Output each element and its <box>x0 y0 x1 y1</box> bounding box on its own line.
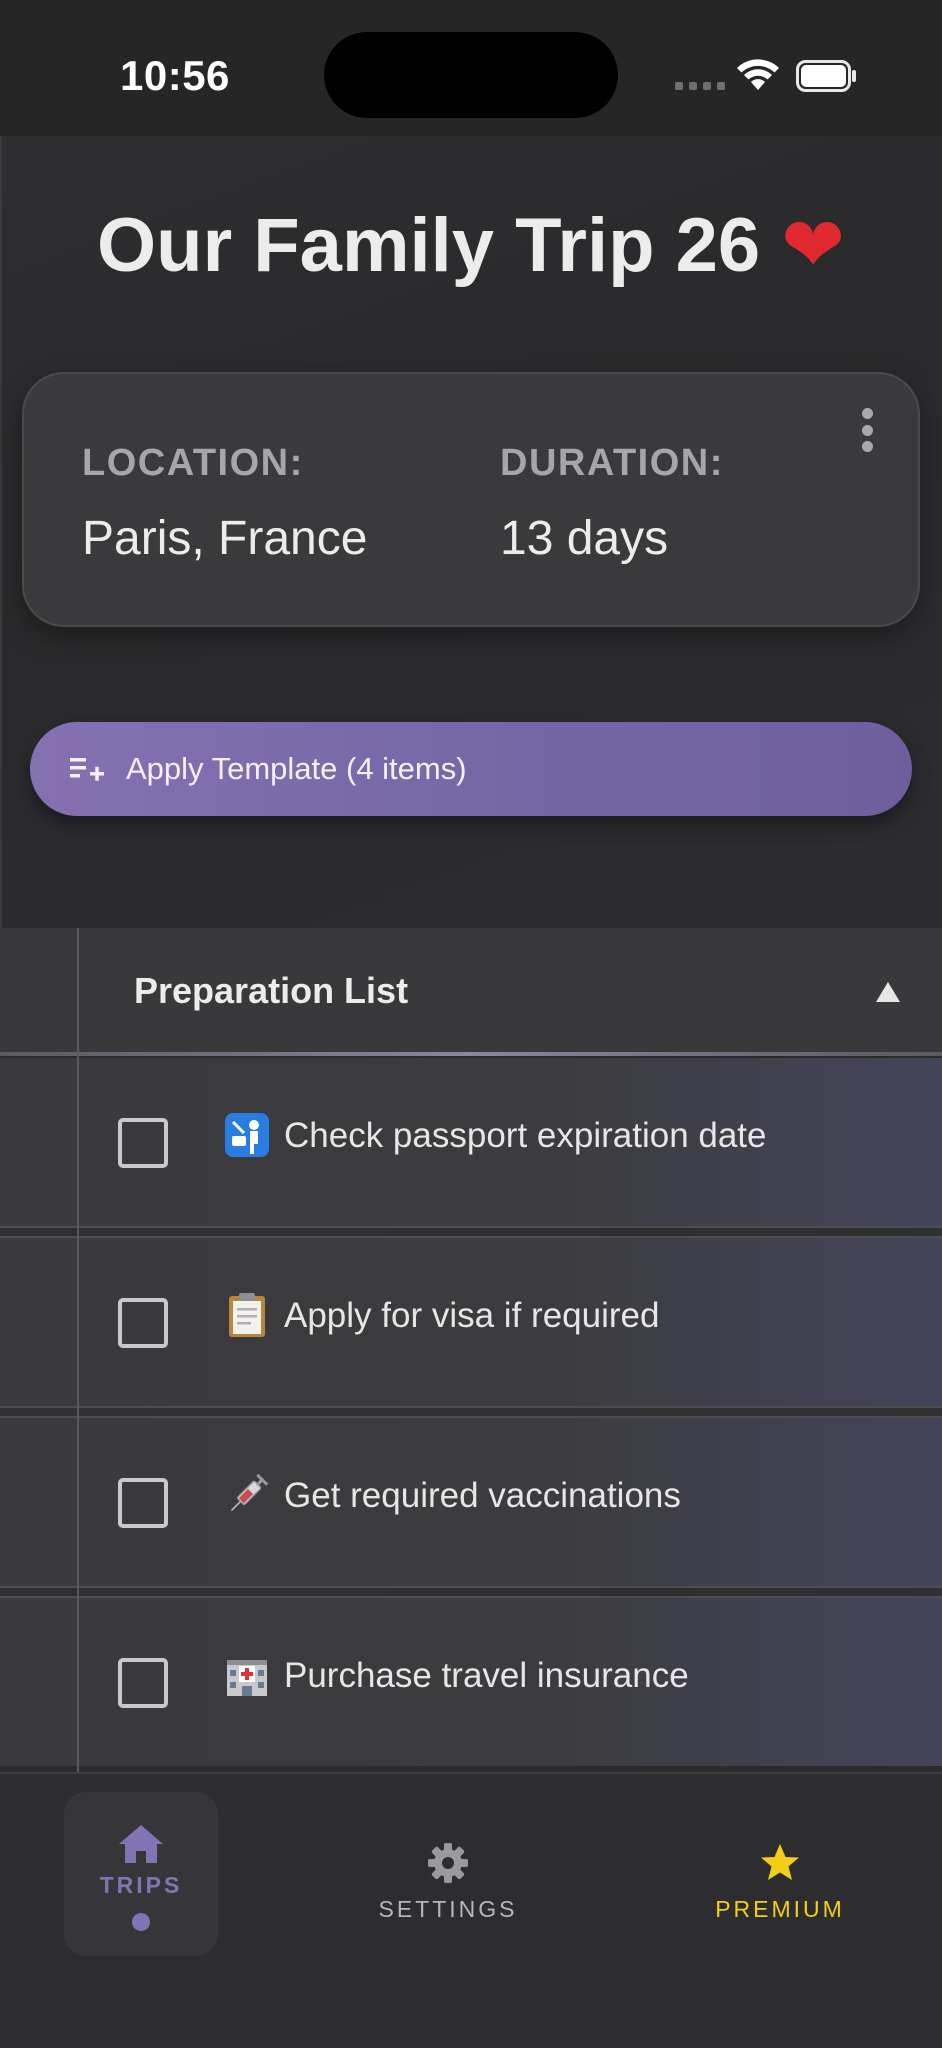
playlist-add-icon <box>70 758 104 781</box>
list-item[interactable]: Apply for visa if required <box>0 1238 942 1406</box>
hospital-icon <box>227 1660 267 1696</box>
app-screen: 10:56 Our Family Trip 26 ❤ LOCATION: Par… <box>0 0 942 2048</box>
gear-icon <box>428 1843 468 1883</box>
item-checkbox[interactable] <box>118 1658 168 1708</box>
preparation-list-header[interactable]: Preparation List <box>0 928 942 1052</box>
item-divider <box>0 1226 942 1238</box>
list-item[interactable]: Purchase travel insurance <box>0 1598 942 1766</box>
status-time: 10:56 <box>120 52 230 99</box>
status-bar: 10:56 <box>0 0 942 136</box>
cellular-signal-icon <box>675 82 725 90</box>
star-icon <box>761 1844 799 1880</box>
list-header-divider <box>0 1052 942 1056</box>
item-label: Get required vaccinations <box>284 1476 681 1515</box>
duration-label: DURATION: <box>500 442 724 484</box>
active-indicator-dot <box>132 1913 150 1931</box>
list-item[interactable]: Check passport expiration date <box>0 1058 942 1226</box>
apply-template-label: Apply Template (4 items) <box>126 751 467 786</box>
item-label: Purchase travel insurance <box>284 1656 689 1695</box>
trip-info-card: LOCATION: Paris, France DURATION: 13 day… <box>22 372 920 627</box>
duration-value: 13 days <box>500 512 669 565</box>
item-label: Apply for visa if required <box>284 1296 660 1335</box>
list-item[interactable]: Get required vaccinations <box>0 1418 942 1586</box>
item-checkbox[interactable] <box>118 1478 168 1528</box>
nav-premium-label: PREMIUM <box>715 1896 845 1922</box>
item-divider <box>0 1406 942 1418</box>
item-divider <box>0 1586 942 1598</box>
list-vertical-guide <box>77 928 79 1772</box>
passport-control-icon <box>225 1113 269 1157</box>
nav-tab-premium[interactable]: PREMIUM <box>700 1792 860 1956</box>
heart-icon: ❤ <box>781 203 845 288</box>
item-label: Check passport expiration date <box>284 1116 767 1155</box>
trip-title-text: Our Family Trip 26 <box>97 203 761 288</box>
page-title: Our Family Trip 26 ❤ <box>0 200 942 289</box>
wifi-icon <box>737 59 779 90</box>
nav-trips-label: TRIPS <box>99 1872 183 1898</box>
dynamic-island <box>324 32 618 118</box>
nav-tab-trips[interactable]: TRIPS <box>64 1792 218 1956</box>
syringe-icon <box>230 1473 269 1512</box>
duration-section: DURATION: 13 days <box>500 442 724 566</box>
bottom-navigation: TRIPS SETTINGS PREMIUM <box>0 1772 942 2048</box>
more-options-icon[interactable] <box>860 408 874 452</box>
location-value: Paris, France <box>82 512 368 565</box>
item-checkbox[interactable] <box>118 1118 168 1168</box>
nav-tab-settings[interactable]: SETTINGS <box>368 1792 528 1956</box>
item-checkbox[interactable] <box>118 1298 168 1348</box>
location-label: LOCATION: <box>82 442 304 484</box>
home-icon <box>119 1825 163 1863</box>
preparation-list-title: Preparation List <box>134 970 409 1011</box>
nav-settings-label: SETTINGS <box>378 1896 518 1922</box>
location-section: LOCATION: Paris, France <box>82 442 367 566</box>
battery-icon <box>796 60 856 92</box>
collapse-triangle-icon[interactable] <box>874 980 902 1004</box>
apply-template-button[interactable]: Apply Template (4 items) <box>30 722 912 816</box>
clipboard-icon <box>229 1293 265 1337</box>
